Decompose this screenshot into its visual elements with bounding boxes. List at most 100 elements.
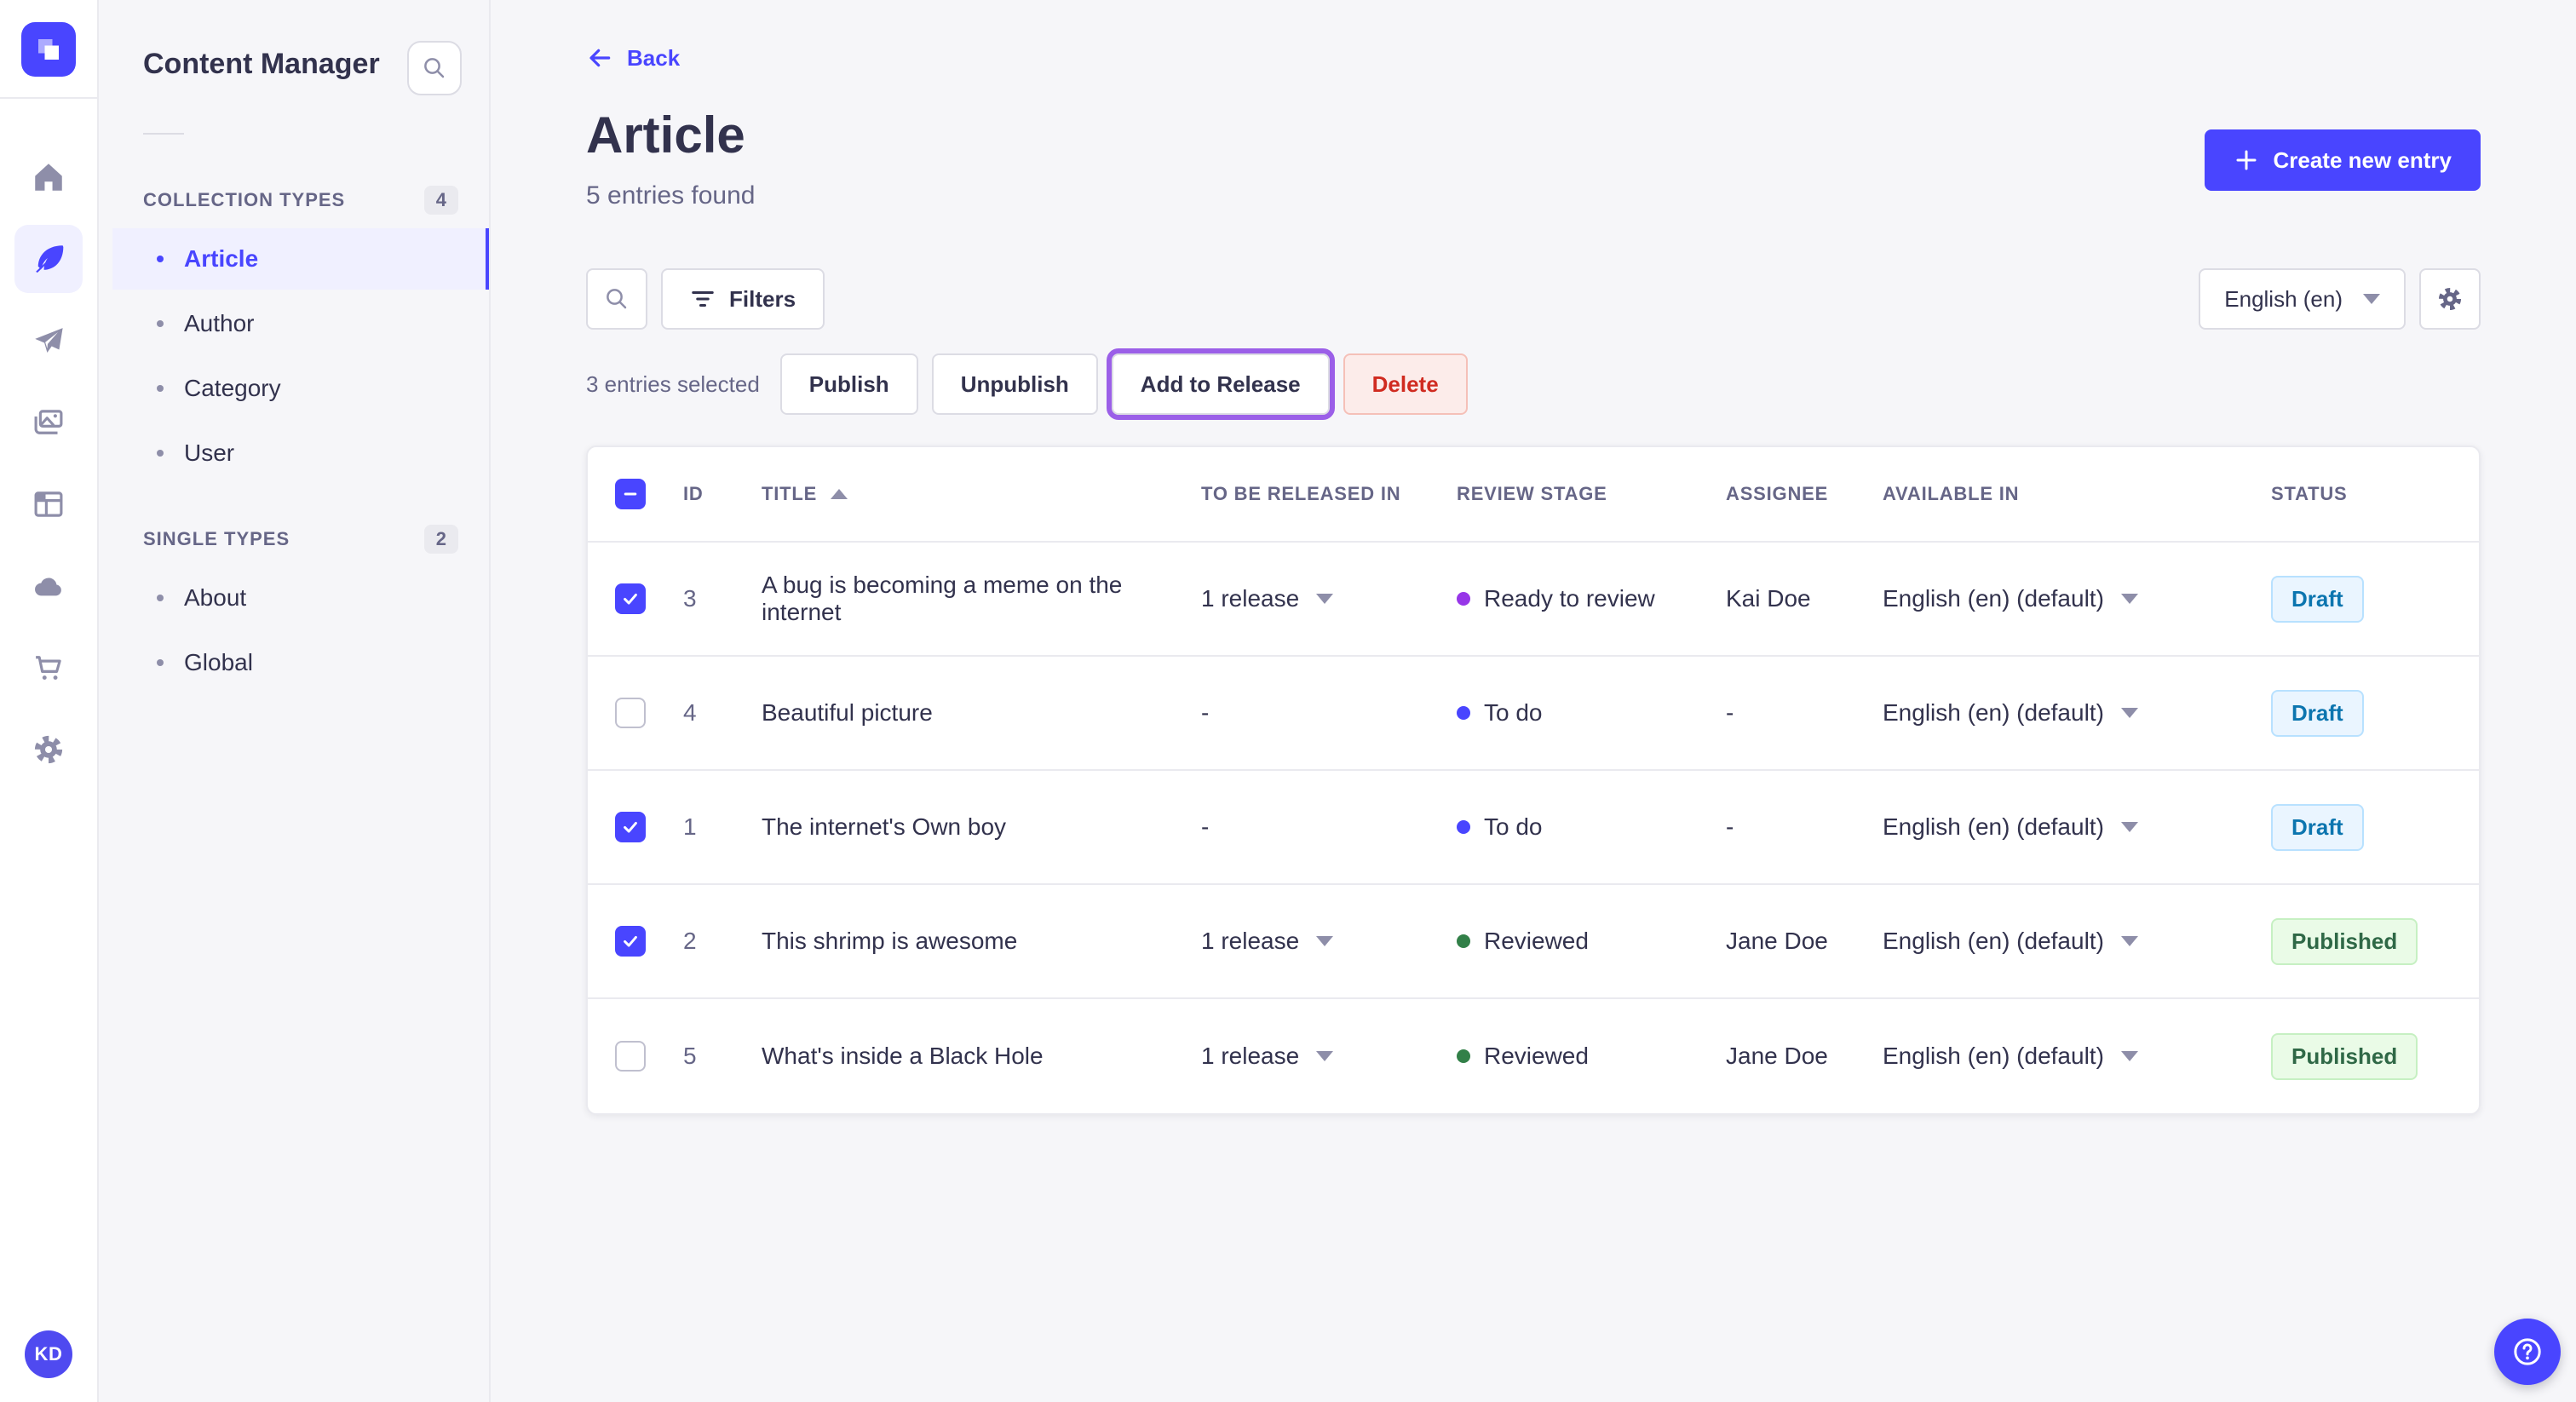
app-window: KD Content Manager COLLECTION TYPES 4 Ar… xyxy=(0,0,2576,1402)
sidebar-item-user[interactable]: User xyxy=(112,422,489,484)
table-row[interactable]: 3 A bug is becoming a meme on the intern… xyxy=(588,543,2479,657)
delete-button[interactable]: Delete xyxy=(1343,353,1468,415)
column-header-available[interactable]: AVAILABLE IN xyxy=(1883,483,2271,505)
create-new-entry-button[interactable]: Create new entry xyxy=(2205,129,2481,191)
table-row[interactable]: 1 The internet's Own boy - To do - Engli… xyxy=(588,771,2479,885)
cloud-icon[interactable] xyxy=(14,552,83,620)
row-checkbox[interactable] xyxy=(615,812,646,842)
stage-label: Reviewed xyxy=(1484,1043,1589,1069)
row-checkbox[interactable] xyxy=(615,583,646,614)
settings-icon[interactable] xyxy=(14,715,83,784)
bullet-icon xyxy=(157,256,164,262)
cell-review-stage: Ready to review xyxy=(1457,585,1726,612)
cell-id: 4 xyxy=(683,699,697,726)
add-to-release-label: Add to Release xyxy=(1140,371,1301,397)
row-checkbox[interactable] xyxy=(615,698,646,728)
content-feather-icon[interactable] xyxy=(14,225,83,293)
search-icon[interactable] xyxy=(586,268,647,330)
cell-release-dropdown[interactable]: 1 release xyxy=(1201,928,1457,955)
user-avatar[interactable]: KD xyxy=(25,1330,72,1378)
cell-review-stage: Reviewed xyxy=(1457,928,1726,955)
check-icon xyxy=(624,593,637,605)
filters-label: Filters xyxy=(729,285,796,312)
cell-title: A bug is becoming a meme on the internet xyxy=(762,572,1123,625)
cell-assignee: Jane Doe xyxy=(1726,928,1828,954)
sidebar-item-about[interactable]: About xyxy=(112,567,489,629)
chevron-down-icon xyxy=(1316,1051,1334,1061)
stage-label: To do xyxy=(1484,699,1543,726)
bullet-icon xyxy=(157,450,164,457)
filters-button[interactable]: Filters xyxy=(661,268,825,330)
release-value: 1 release xyxy=(1201,585,1300,612)
filter-icon xyxy=(692,291,714,307)
sidebar-item-category[interactable]: Category xyxy=(112,358,489,419)
release-value: 1 release xyxy=(1201,1043,1300,1069)
back-link[interactable]: Back xyxy=(586,44,680,72)
release-value: - xyxy=(1201,813,1210,840)
cell-available-dropdown[interactable]: English (en) (default) xyxy=(1883,813,2271,841)
section-label: SINGLE TYPES xyxy=(143,528,290,549)
select-all-checkbox[interactable] xyxy=(615,479,646,509)
unpublish-label: Unpublish xyxy=(960,371,1069,397)
column-header-id[interactable]: ID xyxy=(683,483,762,505)
row-checkbox[interactable] xyxy=(615,1041,646,1072)
column-header-status[interactable]: STATUS xyxy=(2271,483,2452,505)
media-icon[interactable] xyxy=(14,388,83,457)
release-value: - xyxy=(1201,699,1210,726)
publish-label: Publish xyxy=(808,371,889,397)
unpublish-button[interactable]: Unpublish xyxy=(931,353,1098,415)
cell-release: - xyxy=(1201,813,1457,841)
locale-select[interactable]: English (en) xyxy=(2199,268,2406,330)
cell-assignee: - xyxy=(1726,813,1734,840)
strapi-logo[interactable] xyxy=(21,22,76,77)
section-count-badge: 2 xyxy=(423,525,458,554)
table-row[interactable]: 2 This shrimp is awesome 1 release Revie… xyxy=(588,885,2479,999)
entries-count: 5 entries found xyxy=(586,181,756,210)
column-header-release[interactable]: TO BE RELEASED IN xyxy=(1201,483,1457,505)
cell-review-stage: To do xyxy=(1457,813,1726,841)
cart-icon[interactable] xyxy=(14,634,83,702)
cell-release-dropdown[interactable]: 1 release xyxy=(1201,1043,1457,1070)
column-header-title[interactable]: TITLE xyxy=(762,483,1201,505)
column-header-stage[interactable]: REVIEW STAGE xyxy=(1457,483,1726,505)
table-row[interactable]: 5 What's inside a Black Hole 1 release R… xyxy=(588,999,2479,1113)
publish-button[interactable]: Publish xyxy=(779,353,918,415)
cell-id: 1 xyxy=(683,813,697,840)
content-manager-subnav: Content Manager COLLECTION TYPES 4 Artic… xyxy=(99,0,491,1402)
sidebar-item-label: User xyxy=(184,440,235,466)
sidebar-item-global[interactable]: Global xyxy=(112,632,489,693)
cell-available-dropdown[interactable]: English (en) (default) xyxy=(1883,1043,2271,1070)
cell-title: What's inside a Black Hole xyxy=(762,1043,1044,1069)
chevron-down-icon xyxy=(2120,1051,2138,1061)
cell-assignee: - xyxy=(1726,699,1734,726)
cell-available-dropdown[interactable]: English (en) (default) xyxy=(1883,928,2271,955)
cell-available-dropdown[interactable]: English (en) (default) xyxy=(1883,699,2271,727)
sidebar-item-label: About xyxy=(184,584,247,611)
cell-id: 3 xyxy=(683,585,697,612)
search-icon[interactable] xyxy=(407,41,462,95)
stage-label: Ready to review xyxy=(1484,585,1655,612)
home-icon[interactable] xyxy=(14,143,83,211)
table-row[interactable]: 4 Beautiful picture - To do - English (e… xyxy=(588,657,2479,771)
row-checkbox[interactable] xyxy=(615,926,646,957)
chevron-down-icon xyxy=(1316,594,1334,604)
check-icon xyxy=(624,935,637,947)
sidebar-item-article[interactable]: Article xyxy=(112,228,489,290)
cell-id: 5 xyxy=(683,1043,697,1069)
cell-available-dropdown[interactable]: English (en) (default) xyxy=(1883,585,2271,612)
gear-icon[interactable] xyxy=(2419,268,2481,330)
subnav-divider xyxy=(143,133,184,135)
help-button[interactable] xyxy=(2494,1319,2561,1385)
send-icon[interactable] xyxy=(14,307,83,375)
cell-release-dropdown[interactable]: 1 release xyxy=(1201,585,1457,612)
bullet-icon xyxy=(157,659,164,666)
available-value: English (en) (default) xyxy=(1883,813,2104,840)
rail-divider xyxy=(0,97,97,99)
column-header-assignee[interactable]: ASSIGNEE xyxy=(1726,483,1883,505)
sidebar-item-author[interactable]: Author xyxy=(112,293,489,354)
add-to-release-button[interactable]: Add to Release xyxy=(1106,348,1335,420)
layout-icon[interactable] xyxy=(14,470,83,538)
sidebar-item-label: Category xyxy=(184,375,281,401)
cell-title: Beautiful picture xyxy=(762,699,933,726)
create-new-entry-label: Create new entry xyxy=(2273,147,2452,173)
